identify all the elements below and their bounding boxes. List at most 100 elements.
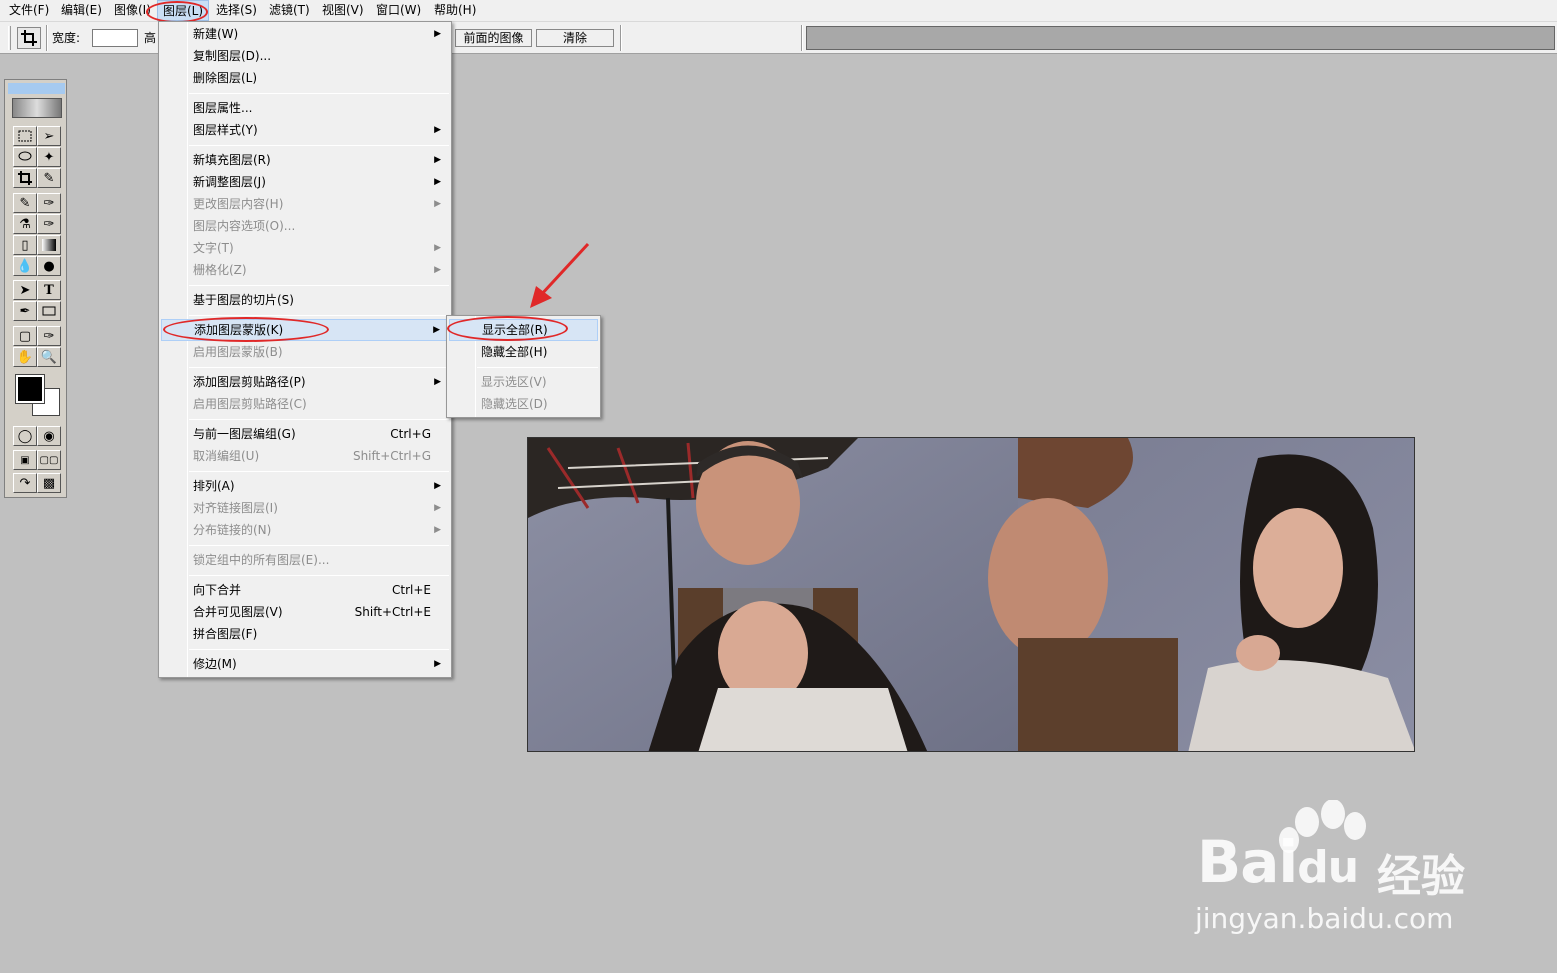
slice-tool-icon[interactable]: ✎ [37, 168, 61, 188]
menu-separator [189, 419, 449, 420]
menu-item-matting[interactable]: 修边(M) ▶ [161, 653, 449, 675]
app-logo-icon[interactable] [12, 98, 62, 118]
menu-item-rasterize[interactable]: 栅格化(Z) ▶ [161, 259, 449, 281]
menu-item-hide-selection[interactable]: 隐藏选区(D) [449, 393, 598, 415]
history-brush-tool-icon[interactable]: ✑ [37, 214, 61, 234]
submenu-arrow-icon: ▶ [434, 503, 441, 513]
menu-separator [189, 367, 449, 368]
menu-help[interactable]: 帮助(H) [429, 0, 481, 21]
menu-item-new-adjustment-layer[interactable]: 新调整图层(J) ▶ [161, 171, 449, 193]
menu-separator [477, 367, 598, 368]
palette-well[interactable] [806, 26, 1555, 50]
shape-tool-icon[interactable] [37, 301, 61, 321]
jump-to-imageready-icon[interactable]: ↷ [13, 473, 37, 493]
menu-item-hide-all[interactable]: 隐藏全部(H) [449, 341, 598, 363]
menu-item-merge-visible[interactable]: 合并可见图层(V) Shift+Ctrl+E [161, 601, 449, 623]
document-image[interactable] [527, 437, 1415, 752]
quick-mask-mode-icon[interactable]: ◉ [37, 426, 61, 446]
menu-item-label: 新建(W) [193, 27, 239, 41]
notes-tool-icon[interactable]: ▢ [13, 326, 37, 346]
menu-item-flatten-image[interactable]: 拼合图层(F) [161, 623, 449, 645]
menu-item-shortcut: Shift+Ctrl+G [352, 449, 431, 463]
menu-item-layer-based-slice[interactable]: 基于图层的切片(S) [161, 289, 449, 311]
submenu-arrow-icon: ▶ [433, 325, 440, 335]
menu-view[interactable]: 视图(V) [317, 0, 369, 21]
options-bar-grip[interactable] [8, 26, 11, 50]
menu-item-label: 图层样式(Y) [193, 123, 258, 137]
watermark-brand-du: du [1297, 842, 1359, 893]
menu-window[interactable]: 窗口(W) [371, 0, 426, 21]
menu-item-label: 锁定组中的所有图层(E)... [193, 553, 330, 567]
menu-item-label: 复制图层(D)... [193, 49, 272, 63]
menu-item-enable-layer-clipping-path[interactable]: 启用图层剪贴路径(C) [161, 393, 449, 415]
blur-tool-icon[interactable]: 💧 [13, 256, 37, 276]
menu-file[interactable]: 文件(F) [4, 0, 54, 21]
zoom-tool-icon[interactable]: 🔍 [37, 347, 61, 367]
screen-mode-standard-icon[interactable]: ▣ [13, 450, 37, 470]
menu-separator [189, 649, 449, 650]
menu-edit[interactable]: 编辑(E) [56, 0, 107, 21]
menu-item-label: 拼合图层(F) [193, 627, 258, 641]
menu-filter[interactable]: 滤镜(T) [264, 0, 315, 21]
menu-item-label: 隐藏选区(D) [481, 397, 548, 411]
toolbox-titlebar[interactable] [8, 83, 65, 94]
menu-item-delete-layer[interactable]: 删除图层(L) [161, 67, 449, 89]
marquee-tool-icon[interactable] [13, 126, 37, 146]
lasso-tool-icon[interactable] [13, 147, 37, 167]
menu-item-align-linked[interactable]: 对齐链接图层(I) ▶ [161, 497, 449, 519]
menu-item-arrange[interactable]: 排列(A) ▶ [161, 475, 449, 497]
menu-item-merge-down[interactable]: 向下合并 Ctrl+E [161, 579, 449, 601]
standard-mode-icon[interactable]: ◯ [13, 426, 37, 446]
screen-mode-full-icon[interactable]: ▢▢ [37, 450, 61, 470]
menu-item-new[interactable]: 新建(W) ▶ [161, 23, 449, 45]
menu-item-layer-properties[interactable]: 图层属性... [161, 97, 449, 119]
hand-tool-icon[interactable]: ✋ [13, 347, 37, 367]
path-selection-tool-icon[interactable]: ➤ [13, 280, 37, 300]
dodge-tool-icon[interactable]: ● [37, 256, 61, 276]
menu-item-layer-content-options[interactable]: 图层内容选项(O)... [161, 215, 449, 237]
menu-item-distribute-linked[interactable]: 分布链接的(N) ▶ [161, 519, 449, 541]
baidu-watermark: Baidu 经验 jingyan.baidu.com [1195, 799, 1485, 950]
width-field[interactable] [92, 29, 138, 47]
menu-item-lock-all-layers-in-set[interactable]: 锁定组中的所有图层(E)... [161, 549, 449, 571]
imageready-icon[interactable]: ▩ [37, 473, 61, 493]
menu-item-label: 取消编组(U) [193, 449, 260, 463]
options-separator [801, 25, 803, 51]
submenu-arrow-icon: ▶ [434, 659, 441, 669]
menu-item-enable-layer-mask[interactable]: 启用图层蒙版(B) [161, 341, 449, 363]
clear-button[interactable]: 清除 [536, 29, 614, 47]
width-label: 宽度: [52, 31, 81, 45]
menu-item-label: 图层属性... [193, 101, 253, 115]
menu-item-duplicate-layer[interactable]: 复制图层(D)... [161, 45, 449, 67]
menu-item-label: 修边(M) [193, 657, 237, 671]
front-image-button[interactable]: 前面的图像 [455, 29, 532, 47]
menu-item-reveal-selection[interactable]: 显示选区(V) [449, 371, 598, 393]
menu-item-ungroup[interactable]: 取消编组(U) Shift+Ctrl+G [161, 445, 449, 467]
menu-bar: 文件(F) 编辑(E) 图像(I) 图层(L) 选择(S) 滤镜(T) 视图(V… [0, 0, 1557, 22]
magic-wand-tool-icon[interactable]: ✦ [37, 147, 61, 167]
brush-tool-icon[interactable]: ✑ [37, 193, 61, 213]
foreground-color-swatch[interactable] [15, 374, 45, 404]
healing-brush-tool-icon[interactable]: ✎ [13, 193, 37, 213]
menu-item-type[interactable]: 文字(T) ▶ [161, 237, 449, 259]
menu-item-label: 排列(A) [193, 479, 235, 493]
menu-item-label: 向下合并 [193, 583, 242, 597]
eyedropper-tool-icon[interactable]: ✑ [37, 326, 61, 346]
menu-item-new-fill-layer[interactable]: 新填充图层(R) ▶ [161, 149, 449, 171]
crop-tool-preset-icon[interactable] [17, 27, 41, 49]
move-tool-icon[interactable]: ➢ [37, 126, 61, 146]
menu-select[interactable]: 选择(S) [211, 0, 262, 21]
menu-item-group-with-previous[interactable]: 与前一图层编组(G) Ctrl+G [161, 423, 449, 445]
menu-item-add-layer-clipping-path[interactable]: 添加图层剪贴路径(P) ▶ [161, 371, 449, 393]
crop-tool-icon[interactable] [13, 168, 37, 188]
type-tool-icon[interactable]: T [37, 280, 61, 300]
gradient-tool-icon[interactable] [37, 235, 61, 255]
menu-item-label: 新调整图层(J) [193, 175, 266, 189]
menu-item-layer-style[interactable]: 图层样式(Y) ▶ [161, 119, 449, 141]
annotation-arrow-icon [530, 242, 590, 308]
menu-item-change-layer-content[interactable]: 更改图层内容(H) ▶ [161, 193, 449, 215]
eraser-tool-icon[interactable]: ▯ [13, 235, 37, 255]
clone-stamp-tool-icon[interactable]: ⚗ [13, 214, 37, 234]
submenu-arrow-icon: ▶ [434, 155, 441, 165]
pen-tool-icon[interactable]: ✒ [13, 301, 37, 321]
